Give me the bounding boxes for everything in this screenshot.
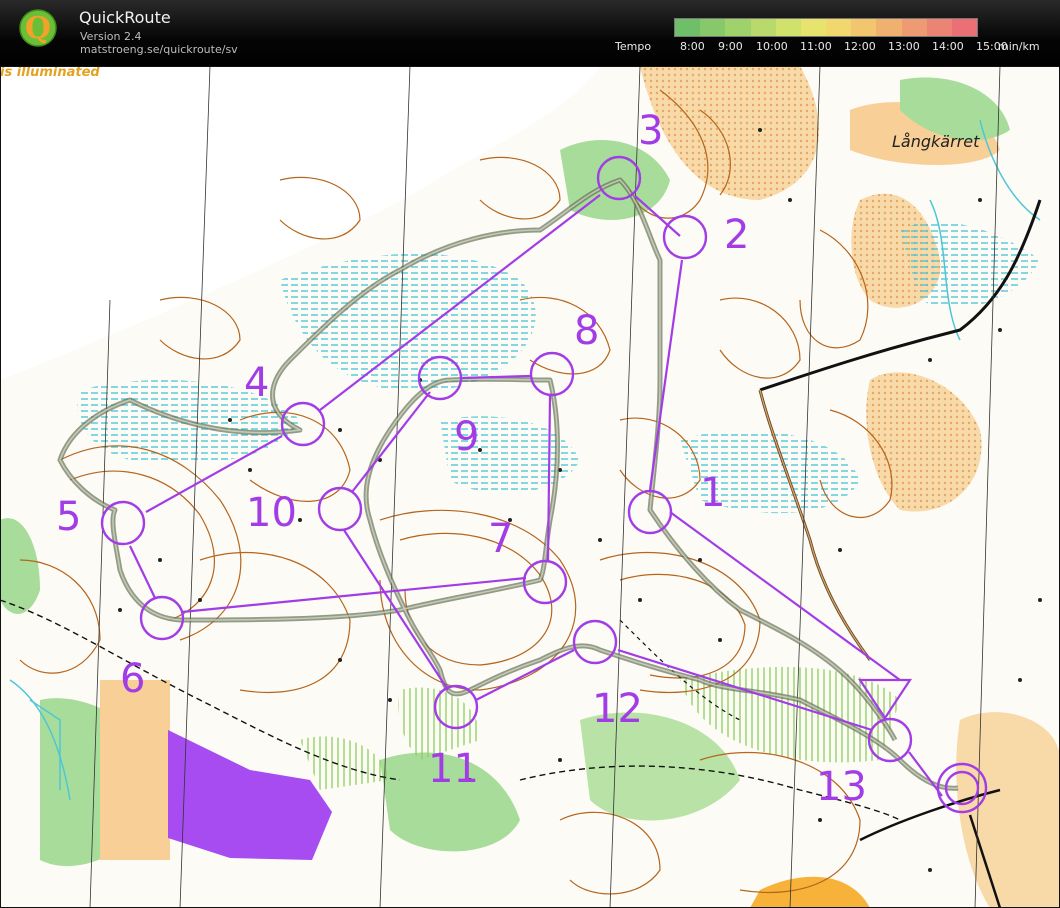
tempo-swatch: [750, 19, 776, 36]
orienteering-map[interactable]: 1 2 3 4 5 6 7 8 9 10 11 12 13 Långkärret…: [0, 66, 1060, 908]
tempo-swatch: [725, 19, 751, 36]
control-number-5: 5: [56, 494, 81, 540]
control-number-10: 10: [246, 490, 297, 536]
logo-letter: Q: [25, 11, 51, 46]
course-leg: [475, 649, 575, 701]
tempo-tick: 12:00: [844, 40, 876, 53]
control-circle-2: [662, 214, 708, 260]
quickroute-logo-icon: Q: [19, 9, 57, 47]
tempo-swatch: [826, 19, 852, 36]
control-number-1: 1: [700, 470, 725, 516]
course-leg: [343, 529, 449, 691]
control-circle-10: [317, 486, 363, 532]
tempo-tick: 9:00: [718, 40, 743, 53]
tempo-swatch: [700, 19, 726, 36]
app-url[interactable]: matstroeng.se/quickroute/sv: [80, 43, 238, 56]
control-number-13: 13: [816, 764, 867, 810]
forest-green: [0, 518, 40, 614]
tempo-swatch: [800, 19, 827, 36]
course-leg: [648, 259, 684, 491]
marsh-area: [900, 221, 1040, 308]
map-header-fragment: is illuminated: [0, 66, 100, 80]
tempo-tick: 14:00: [932, 40, 964, 53]
course-leg: [669, 511, 901, 681]
control-number-6: 6: [120, 656, 145, 702]
control-number-11: 11: [428, 746, 479, 792]
control-number-4: 4: [244, 360, 269, 406]
control-number-7: 7: [488, 516, 513, 562]
tempo-swatch: [901, 19, 927, 36]
undergrowth-stripes: [300, 736, 390, 790]
control-number-8: 8: [574, 308, 599, 354]
map-canvas[interactable]: 1 2 3 4 5 6 7 8 9 10 11 12 13 Långkärret…: [0, 66, 1060, 908]
control-number-9: 9: [454, 414, 479, 460]
tempo-tick: 8:00: [680, 40, 705, 53]
control-number-12: 12: [592, 686, 643, 732]
app-header: Q QuickRoute Version 2.4 matstroeng.se/q…: [0, 0, 1060, 66]
control-number-2: 2: [724, 212, 749, 258]
tempo-tick: 13:00: [888, 40, 920, 53]
app-name: QuickRoute: [79, 8, 171, 27]
control-circle-5: [100, 500, 146, 546]
tempo-swatch: [775, 19, 801, 36]
tempo-swatch: [876, 19, 902, 36]
tempo-swatch: [851, 19, 877, 36]
tempo-swatch: [926, 19, 952, 36]
tempo-label: Tempo: [615, 40, 652, 53]
control-number-3: 3: [638, 108, 663, 154]
control-circle-12: [572, 619, 618, 665]
open-land: [100, 680, 170, 860]
app-version: Version 2.4: [80, 30, 142, 43]
tempo-tick: 10:00: [756, 40, 788, 53]
tempo-swatch: [675, 19, 701, 36]
course-leg: [129, 545, 156, 599]
tempo-unit: min/km: [998, 40, 1040, 53]
course-leg: [351, 391, 431, 493]
tempo-tick: 11:00: [800, 40, 832, 53]
tempo-color-scale: [674, 18, 978, 37]
rough-open-land: [866, 372, 982, 512]
tempo-swatch: [951, 19, 978, 36]
place-name: Långkärret: [892, 132, 980, 151]
